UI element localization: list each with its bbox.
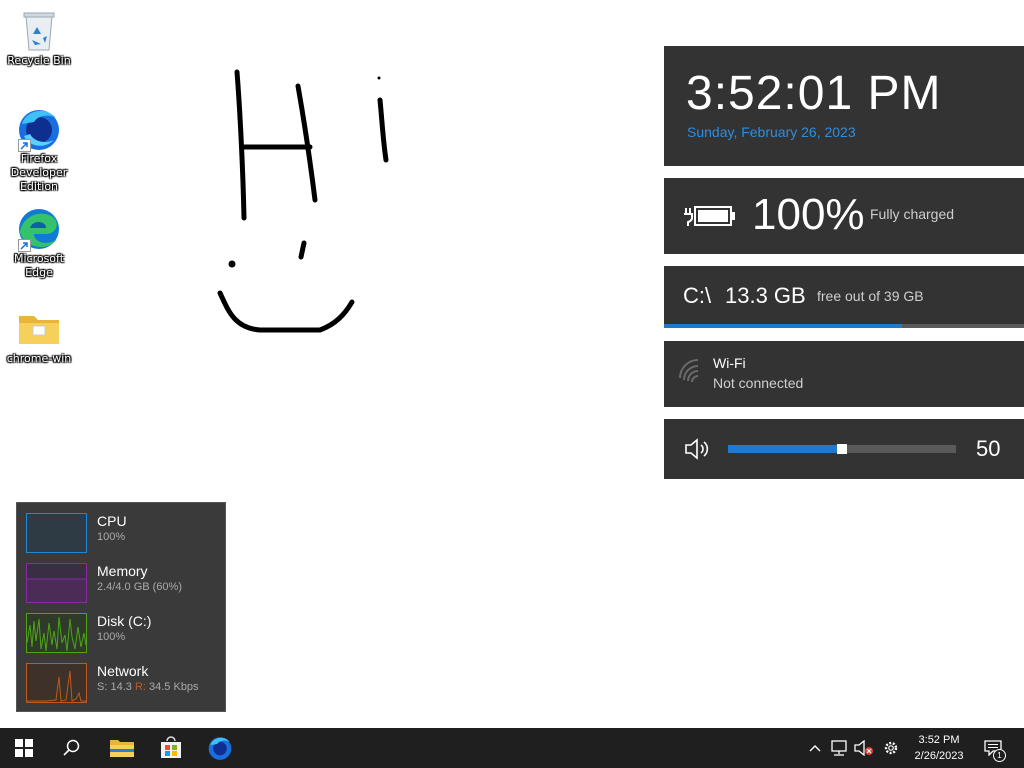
wifi-status: Not connected [713,375,804,391]
perf-row-disk[interactable]: Disk (C:) 100% [26,613,221,655]
gear-icon [884,741,898,755]
perf-row-name: CPU [97,513,127,529]
tray-clock[interactable]: 3:52 PM 2/26/2023 [906,732,972,764]
volume-slider-thumb[interactable] [837,444,847,454]
network-send-value: 14.3 [110,681,132,693]
perf-row-name: Network [97,663,149,679]
disk-drive: C:\ [683,283,712,308]
desktop-icon-label: Microsoft Edge [13,252,65,279]
clock-widget: 3:52:01 PM Sunday, February 26, 2023 [664,46,1024,166]
wifi-icon [678,358,704,388]
shortcut-arrow-icon [18,139,31,152]
microsoft-store-icon [161,736,181,758]
perf-row-name: Memory [97,563,148,579]
firefox-dev-icon [208,737,232,760]
speaker-icon[interactable] [684,438,712,464]
memory-graph [26,563,87,603]
perf-row-value: 2.4/4.0 GB (60%) [97,581,182,593]
tray-show-hidden-button[interactable] [804,728,826,768]
disk-graph [26,613,87,653]
file-explorer-button[interactable] [98,728,146,768]
desktop-icon-chrome-win[interactable]: chrome-win [3,306,75,366]
desktop-icon-label: chrome-win [6,352,72,365]
microsoft-store-button[interactable] [147,728,195,768]
network-recv-label: R: [134,681,146,693]
battery-plug-icon [682,202,738,234]
hand-drawing [217,69,389,333]
network-recv-value: 34.5 Kbps [149,681,199,693]
edge-icon [16,206,62,252]
search-icon [63,739,80,756]
desktop-icon-label: Firefox Developer Edition [10,152,68,193]
tray-time: 3:52 PM [918,734,960,746]
action-center-button[interactable] [978,728,1008,768]
battery-widget: 100% Fully charged [664,178,1024,254]
desktop-icon-edge[interactable]: Microsoft Edge [3,206,75,280]
clock-date: Sunday, February 26, 2023 [687,124,856,140]
volume-widget: 50 [664,419,1024,479]
volume-muted-icon [854,740,873,756]
file-explorer-icon [110,740,134,757]
disk-widget: C:\ 13.3 GB free out of 39 GB [664,266,1024,328]
network-graph [26,663,87,703]
network-send-label: S: [97,681,108,693]
wifi-widget: Wi-Fi Not connected [664,341,1024,407]
start-icon [15,739,33,757]
tray-date: 2/26/2023 [914,750,964,762]
tray-settings-button[interactable] [880,728,902,768]
search-button[interactable] [48,728,96,768]
perf-row-name: Disk (C:) [97,613,152,629]
folder-icon [16,306,62,352]
firefox-dev-icon [16,106,62,152]
chevron-up-icon [809,745,821,752]
disk-total: free out of 39 GB [817,288,924,304]
perf-row-cpu[interactable]: CPU 100% [26,513,221,555]
cpu-graph [26,513,87,553]
battery-state: Fully charged [870,206,955,222]
disk-usage-bar [664,324,1024,328]
disk-usage-fill [664,324,902,328]
perf-row-value: S: 14.3 R: 34.5 Kbps [97,681,199,693]
battery-percent: 100% [752,190,865,239]
desktop-icon-firefox-dev[interactable]: Firefox Developer Edition [3,106,75,194]
wifi-name: Wi-Fi [713,355,746,371]
taskbar: 3:52 PM 2/26/2023 1 [0,728,1024,768]
tray-network-button[interactable] [828,728,850,768]
notification-badge: 1 [993,749,1006,762]
perf-row-network[interactable]: Network S: 14.3 R: 34.5 Kbps [26,663,221,705]
firefox-dev-taskbar-button[interactable] [196,728,244,768]
volume-slider-fill [728,445,842,453]
perf-row-value: 100% [97,631,126,643]
tray-volume-button[interactable] [852,728,876,768]
volume-value: 50 [976,436,1001,461]
disk-free: 13.3 GB [725,283,806,308]
start-button[interactable] [0,728,48,768]
perf-row-value: 100% [97,531,126,543]
desktop-icon-label: Recycle Bin [7,54,71,67]
clock-time: 3:52:01 PM [686,67,942,120]
performance-monitor: CPU 100% Memory 2.4/4.0 GB (60%) Disk (C… [16,502,226,712]
perf-row-memory[interactable]: Memory 2.4/4.0 GB (60%) [26,563,221,605]
recycle-bin-icon [16,8,62,54]
desktop-icon-recycle-bin[interactable]: Recycle Bin [3,8,75,68]
network-icon [831,740,847,756]
shortcut-arrow-icon [18,239,31,252]
